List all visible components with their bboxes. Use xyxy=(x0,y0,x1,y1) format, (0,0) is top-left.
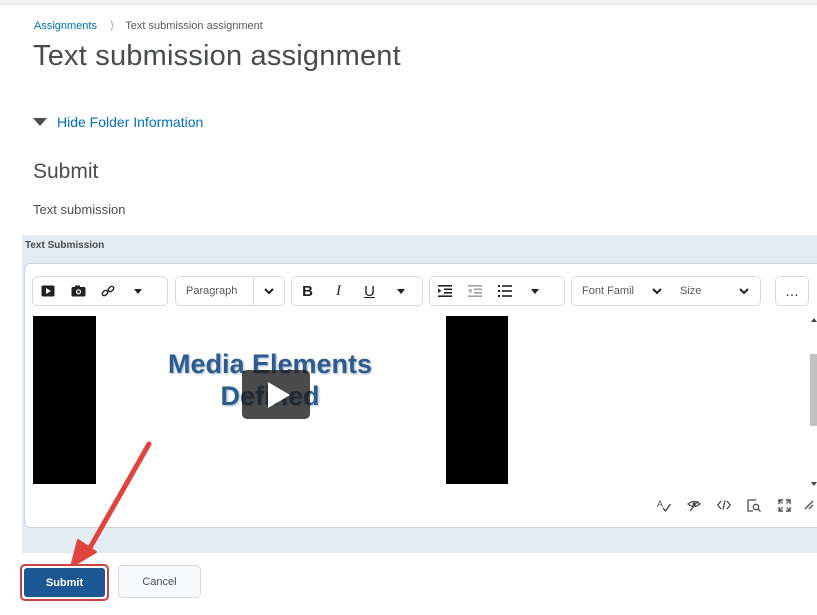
insert-link-button[interactable] xyxy=(93,277,123,305)
breadcrumb-link-assignments[interactable]: Assignments xyxy=(34,20,97,32)
font-size-select[interactable]: Size xyxy=(670,277,730,305)
breadcrumb: Assignments ⟩ Text submission assignment xyxy=(34,19,263,33)
insert-video-button[interactable] xyxy=(33,277,63,305)
editor-toolbar: Paragraph B I U Font Famil Size … xyxy=(25,264,817,316)
insert-more-dropdown[interactable] xyxy=(123,277,153,305)
accessibility-checker-icon xyxy=(687,500,701,511)
submit-section-title: Submit xyxy=(33,160,99,183)
accessibility-checker-button[interactable] xyxy=(679,493,709,517)
editor-scrollbar[interactable] xyxy=(810,318,817,486)
font-family-select[interactable]: Font Famil xyxy=(572,277,644,305)
submit-button-label: Submit xyxy=(24,568,105,597)
preview-icon xyxy=(747,498,761,512)
scrollbar-thumb[interactable] xyxy=(810,354,817,426)
cancel-button[interactable]: Cancel xyxy=(118,565,201,598)
font-size-label: Size xyxy=(680,285,702,297)
submit-button[interactable]: Submit xyxy=(20,564,109,601)
play-icon xyxy=(267,381,290,408)
outdent-button[interactable] xyxy=(460,277,490,305)
breadcrumb-current: Text submission assignment xyxy=(125,19,263,32)
preview-button[interactable] xyxy=(739,493,769,517)
bullet-list-button[interactable] xyxy=(490,277,520,305)
text-style-group: B I U xyxy=(291,276,423,306)
video-letterbox-left xyxy=(33,316,96,484)
svg-text:A: A xyxy=(657,499,663,509)
top-divider xyxy=(0,0,817,5)
underline-button[interactable]: U xyxy=(354,277,385,305)
video-letterbox-right xyxy=(446,316,508,484)
indent-button[interactable] xyxy=(430,277,460,305)
list-more-dropdown[interactable] xyxy=(520,277,550,305)
insert-image-button[interactable] xyxy=(63,277,93,305)
chevron-down-icon xyxy=(254,277,284,305)
resize-handle[interactable] xyxy=(799,493,817,517)
more-actions-button[interactable]: … xyxy=(775,276,809,306)
submit-section-subtitle: Text submission xyxy=(33,202,126,217)
spellcheck-button[interactable]: A xyxy=(649,493,679,517)
paragraph-format-label: Paragraph xyxy=(186,285,238,297)
outdent-icon xyxy=(468,285,482,297)
rich-text-editor: Paragraph B I U Font Famil Size … Media … xyxy=(24,263,817,528)
scroll-up-icon[interactable] xyxy=(811,318,817,322)
list-indent-group xyxy=(429,276,565,306)
editor-status-bar: A xyxy=(649,493,817,517)
font-family-label: Font Famil xyxy=(582,285,634,297)
hide-folder-info-label: Hide Folder Information xyxy=(57,114,204,130)
italic-button[interactable]: I xyxy=(323,277,354,305)
spellcheck-icon: A xyxy=(657,499,671,512)
video-icon xyxy=(41,285,55,297)
indent-icon xyxy=(438,285,452,297)
caret-down-icon xyxy=(134,288,142,294)
link-icon xyxy=(101,285,115,297)
scroll-down-icon[interactable] xyxy=(811,482,817,486)
more-options-icon: … xyxy=(785,283,799,299)
text-style-more-dropdown[interactable] xyxy=(385,277,416,305)
caret-down-icon xyxy=(531,288,539,294)
camera-icon xyxy=(71,285,85,297)
chevron-down-icon xyxy=(644,277,670,305)
source-code-button[interactable] xyxy=(709,493,739,517)
caret-down-icon xyxy=(396,288,405,294)
video-play-button[interactable] xyxy=(242,370,310,419)
text-submission-label: Text Submission xyxy=(25,240,105,251)
editor-content[interactable]: Media Elements Defined xyxy=(30,316,817,486)
page-title: Text submission assignment xyxy=(33,40,401,72)
bullet-list-icon xyxy=(498,285,512,297)
resize-handle-icon xyxy=(804,500,814,510)
hide-folder-info-toggle[interactable]: Hide Folder Information xyxy=(33,114,203,130)
breadcrumb-separator-icon: ⟩ xyxy=(109,20,115,32)
paragraph-format-select[interactable]: Paragraph xyxy=(175,276,285,306)
chevron-down-icon xyxy=(730,277,758,305)
fullscreen-icon xyxy=(777,498,791,512)
caret-down-icon xyxy=(33,118,47,126)
fullscreen-button[interactable] xyxy=(769,493,799,517)
source-code-icon xyxy=(717,500,731,510)
font-group: Font Famil Size xyxy=(571,276,761,306)
insert-group xyxy=(32,276,168,306)
bold-button[interactable]: B xyxy=(292,277,323,305)
text-submission-panel: Text Submission Paragraph B I U Font Fam… xyxy=(22,235,817,553)
